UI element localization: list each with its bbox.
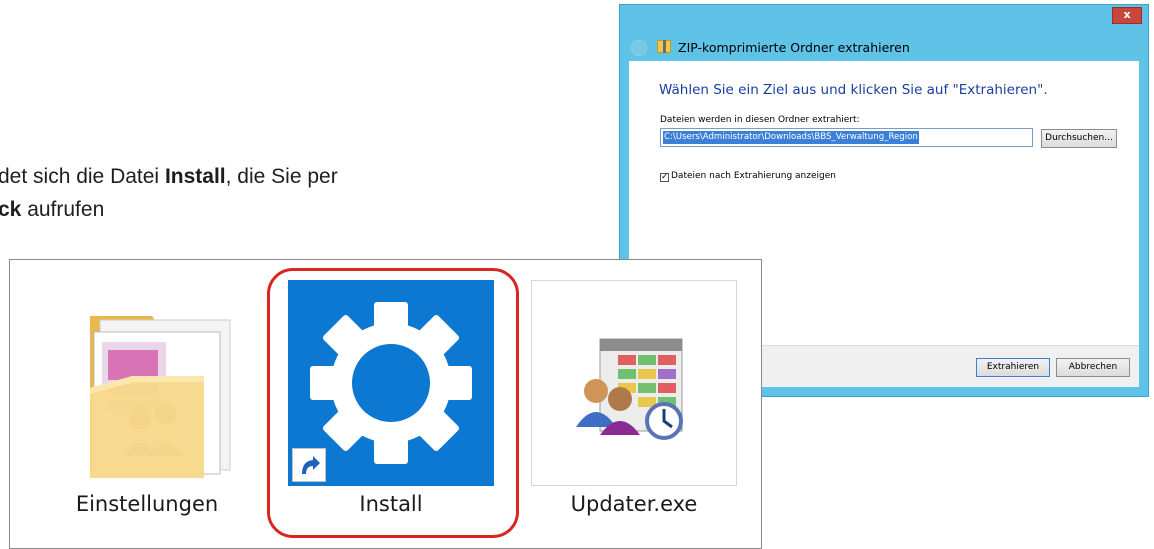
back-button[interactable] bbox=[631, 40, 647, 56]
instruction-line-1: det sich die Datei Install, die Sie per bbox=[0, 165, 338, 188]
file-label: Updater.exe bbox=[570, 492, 698, 516]
dialog-title: ZIP-komprimierte Ordner extrahieren bbox=[678, 40, 910, 55]
destination-path-input[interactable]: C:\Users\Administrator\Downloads\BBS_Ver… bbox=[660, 128, 1033, 147]
instruction-line-2: ck aufrufen bbox=[0, 198, 105, 221]
show-files-checkbox[interactable]: ✓ bbox=[660, 173, 669, 182]
destination-path-value: C:\Users\Administrator\Downloads\BBS_Ver… bbox=[663, 131, 919, 144]
show-files-label: Dateien nach Extrahierung anzeigen bbox=[671, 171, 836, 181]
cancel-button[interactable]: Abbrechen bbox=[1056, 358, 1130, 377]
file-item-einstellungen[interactable]: Einstellungen bbox=[44, 280, 250, 518]
install-highlight-circle bbox=[267, 268, 519, 538]
updater-tile bbox=[531, 280, 737, 486]
close-button[interactable]: x bbox=[1112, 7, 1142, 24]
browse-button[interactable]: Durchsuchen... bbox=[1041, 129, 1117, 148]
dialog-titlebar: ZIP-komprimierte Ordner extrahieren bbox=[620, 33, 1148, 63]
extract-button[interactable]: Extrahieren bbox=[976, 358, 1050, 377]
zip-folder-icon bbox=[657, 40, 671, 53]
dialog-heading: Wählen Sie ein Ziel aus und klicken Sie … bbox=[659, 82, 1048, 98]
explorer-file-view: Einstellungen Install Updater.exe bbox=[9, 259, 762, 549]
folder-icon bbox=[90, 316, 231, 478]
folder-label: Dateien werden in diesen Ordner extrahie… bbox=[660, 115, 860, 125]
file-label: Einstellungen bbox=[75, 492, 219, 516]
instruction-text: det sich die Datei Install, die Sie per … bbox=[0, 160, 598, 226]
users-table-clock-icon bbox=[576, 338, 683, 440]
file-item-updater[interactable]: Updater.exe bbox=[531, 280, 737, 518]
